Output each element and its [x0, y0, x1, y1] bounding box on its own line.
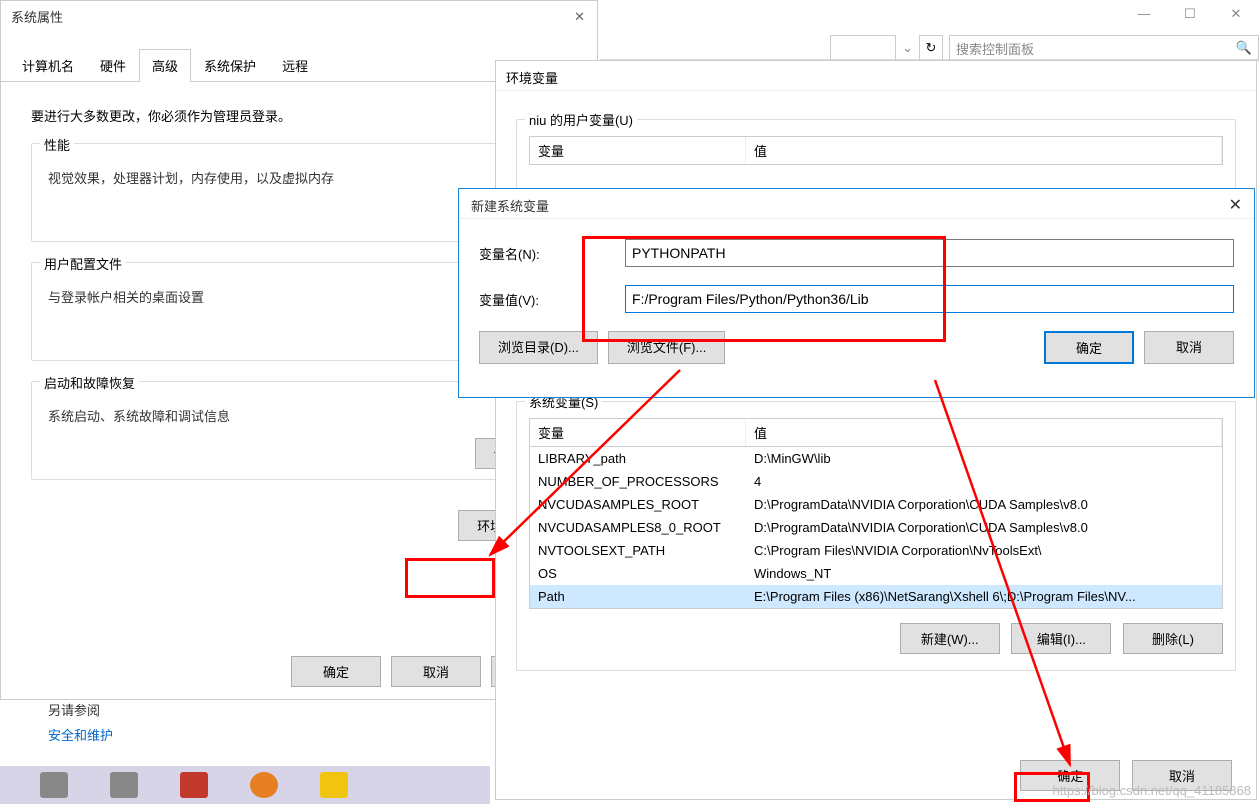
cell-var: NVCUDASAMPLES8_0_ROOT	[530, 518, 746, 537]
cell-var: NVCUDASAMPLES_ROOT	[530, 495, 746, 514]
startup-title: 启动和故障恢复	[40, 373, 139, 392]
address-bar[interactable]	[830, 35, 896, 61]
search-input[interactable]: 搜索控制面板 🔍	[949, 35, 1259, 61]
search-icon: 🔍	[1236, 40, 1252, 56]
refresh-icon[interactable]: ↻	[919, 35, 943, 61]
profile-title: 用户配置文件	[40, 254, 126, 273]
taskbar-icon[interactable]	[250, 772, 278, 798]
tab-computer-name[interactable]: 计算机名	[9, 49, 87, 81]
tab-advanced[interactable]: 高级	[139, 49, 191, 82]
see-also: 另请参阅 安全和维护	[48, 700, 113, 750]
close-icon[interactable]: ✕	[574, 9, 585, 25]
delete-button[interactable]: 删除(L)	[1123, 623, 1223, 654]
tab-remote[interactable]: 远程	[269, 49, 321, 81]
user-table-head: 变量 值	[529, 136, 1223, 165]
table-row[interactable]: NUMBER_OF_PROCESSORS4	[530, 470, 1222, 493]
env-var-window: 环境变量 niu 的用户变量(U) 变量 值 系统变量(S) 变量 值 LIBR…	[495, 60, 1257, 800]
newvar-title: 新建系统变量	[471, 199, 549, 214]
cell-var: LIBRARY_path	[530, 449, 746, 468]
close-icon[interactable]: ✕	[1229, 195, 1242, 215]
new-sys-var-dialog: 新建系统变量 ✕ 变量名(N): 变量值(V): 浏览目录(D)... 浏览文件…	[458, 188, 1255, 398]
ok-button[interactable]: 确定	[291, 656, 381, 687]
env-titlebar: 环境变量	[496, 61, 1256, 91]
cell-val: E:\Program Files (x86)\NetSarang\Xshell …	[746, 587, 1222, 606]
cancel-button[interactable]: 取消	[391, 656, 481, 687]
newvar-ok-button[interactable]: 确定	[1044, 331, 1134, 364]
env-title: 环境变量	[506, 71, 558, 86]
col-val[interactable]: 值	[746, 419, 1222, 446]
cell-val: D:\ProgramData\NVIDIA Corporation\CUDA S…	[746, 518, 1222, 537]
cell-val: D:\ProgramData\NVIDIA Corporation\CUDA S…	[746, 495, 1222, 514]
tab-hardware[interactable]: 硬件	[87, 49, 139, 81]
table-row[interactable]: NVCUDASAMPLES8_0_ROOTD:\ProgramData\NVID…	[530, 516, 1222, 539]
window-controls: — ☐ ✕	[1121, 0, 1259, 30]
cell-val: 4	[746, 472, 1222, 491]
newvar-cancel-button[interactable]: 取消	[1144, 331, 1234, 364]
table-row[interactable]: NVCUDASAMPLES_ROOTD:\ProgramData\NVIDIA …	[530, 493, 1222, 516]
cell-var: NVTOOLSEXT_PATH	[530, 541, 746, 560]
security-link[interactable]: 安全和维护	[48, 725, 113, 744]
perf-title: 性能	[40, 135, 74, 154]
user-vars-title: niu 的用户变量(U)	[525, 110, 637, 129]
explorer-bar: — ☐ ✕ ⌄ ↻ 搜索控制面板 🔍	[600, 0, 1259, 60]
cell-var: Path	[530, 587, 746, 606]
new-button[interactable]: 新建(W)...	[900, 623, 1000, 654]
cell-var: OS	[530, 564, 746, 583]
tab-system-protect[interactable]: 系统保护	[191, 49, 269, 81]
taskbar-icon[interactable]	[40, 772, 68, 798]
col-var[interactable]: 变量	[530, 137, 746, 164]
edit-button[interactable]: 编辑(I)...	[1011, 623, 1111, 654]
cell-val: C:\Program Files\NVIDIA Corporation\NvTo…	[746, 541, 1222, 560]
table-row[interactable]: OSWindows_NT	[530, 562, 1222, 585]
watermark: https://blog.csdn.net/qq_41185868	[1052, 783, 1251, 798]
sys-vars-group: 系统变量(S) 变量 值 LIBRARY_pathD:\MinGW\libNUM…	[516, 401, 1236, 671]
search-placeholder: 搜索控制面板	[956, 39, 1034, 58]
sysprops-title: 系统属性	[11, 10, 63, 25]
var-name-input[interactable]	[625, 239, 1234, 267]
perf-text: 视觉效果，处理器计划，内存使用，以及虚拟内存	[48, 168, 560, 187]
var-name-label: 变量名(N):	[479, 244, 625, 263]
see-also-label: 另请参阅	[48, 700, 113, 719]
taskbar-icon[interactable]	[320, 772, 348, 798]
table-row[interactable]: PathE:\Program Files (x86)\NetSarang\Xsh…	[530, 585, 1222, 608]
maximize-icon[interactable]: ☐	[1167, 0, 1213, 30]
minimize-icon[interactable]: —	[1121, 0, 1167, 30]
browse-dir-button[interactable]: 浏览目录(D)...	[479, 331, 598, 364]
table-row[interactable]: NVTOOLSEXT_PATHC:\Program Files\NVIDIA C…	[530, 539, 1222, 562]
startup-text: 系统启动、系统故障和调试信息	[48, 406, 560, 425]
var-value-label: 变量值(V):	[479, 290, 625, 309]
table-row[interactable]: LIBRARY_pathD:\MinGW\lib	[530, 447, 1222, 470]
taskbar-icon[interactable]	[180, 772, 208, 798]
newvar-titlebar: 新建系统变量 ✕	[459, 189, 1254, 219]
dropdown-icon[interactable]: ⌄	[902, 40, 913, 56]
sys-table-head: 变量 值	[529, 418, 1223, 447]
col-val[interactable]: 值	[746, 137, 1222, 164]
taskbar	[0, 766, 490, 804]
close-icon[interactable]: ✕	[1213, 0, 1259, 30]
taskbar-icon[interactable]	[110, 772, 138, 798]
cell-var: NUMBER_OF_PROCESSORS	[530, 472, 746, 491]
col-var[interactable]: 变量	[530, 419, 746, 446]
cell-val: D:\MinGW\lib	[746, 449, 1222, 468]
cell-val: Windows_NT	[746, 564, 1222, 583]
sys-table-body[interactable]: LIBRARY_pathD:\MinGW\libNUMBER_OF_PROCES…	[529, 447, 1223, 609]
sysprops-titlebar: 系统属性 ✕	[1, 1, 597, 31]
var-value-input[interactable]	[625, 285, 1234, 313]
browse-file-button[interactable]: 浏览文件(F)...	[608, 331, 725, 364]
